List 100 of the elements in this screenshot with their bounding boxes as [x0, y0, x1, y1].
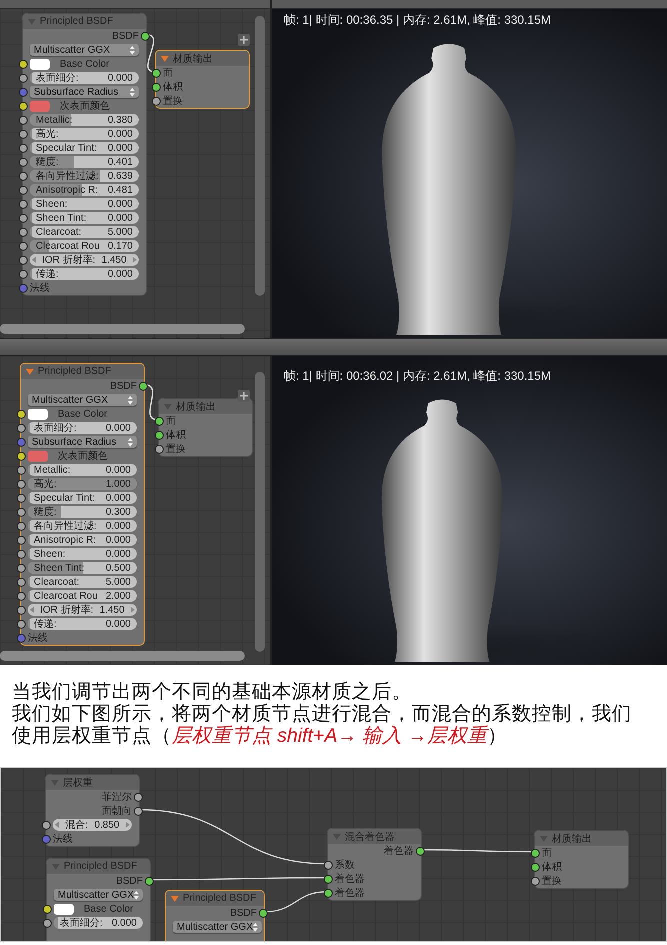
socket[interactable] [17, 620, 26, 629]
node-panel[interactable]: Principled BSDF BSDF Multiscatter GGX Base Color 表面细分: 0.000 [46, 858, 151, 941]
slider[interactable]: 高光: 0.000 [30, 128, 139, 140]
dropdown[interactable]: Subsurface Radius [28, 436, 137, 448]
slider[interactable]: Sheen Tint: 0.500 [28, 562, 137, 574]
socket[interactable] [19, 214, 28, 223]
slider[interactable]: 高光: 1.000 [28, 478, 137, 490]
socket[interactable] [19, 200, 28, 209]
slider[interactable]: Clearcoat: 5.000 [28, 576, 137, 588]
socket[interactable] [145, 877, 154, 886]
add-icon[interactable] [238, 390, 250, 402]
dropdown[interactable]: Multiscatter GGX [30, 44, 139, 56]
socket[interactable] [17, 606, 26, 615]
dropdown[interactable]: Subsurface Radius [30, 86, 139, 98]
slider[interactable]: Sheen: 0.000 [30, 198, 139, 210]
socket[interactable] [155, 417, 164, 426]
scrollbar[interactable] [255, 372, 265, 652]
scrollbar[interactable] [255, 16, 265, 296]
slider[interactable]: Sheen Tint: 0.000 [30, 212, 139, 224]
node-panel[interactable] [22, 13, 147, 296]
socket[interactable] [155, 445, 164, 454]
slider[interactable]: 表面细分: 0.000 [30, 72, 139, 84]
socket[interactable] [531, 863, 540, 872]
dropdown[interactable]: Multiscatter GGX [54, 889, 144, 901]
socket[interactable] [19, 158, 28, 167]
socket[interactable] [152, 69, 161, 78]
socket[interactable] [19, 116, 28, 125]
socket[interactable] [134, 793, 143, 802]
slider[interactable]: Metallic: 0.000 [28, 464, 137, 476]
node-panel[interactable] [20, 363, 145, 646]
socket[interactable] [134, 807, 143, 816]
socket[interactable] [17, 522, 26, 531]
socket[interactable] [141, 32, 150, 41]
socket[interactable] [416, 847, 425, 856]
color-swatch[interactable] [54, 904, 74, 914]
dropdown[interactable]: Multiscatter GGX [173, 921, 262, 933]
socket[interactable] [43, 905, 52, 914]
slider[interactable]: Anisotropic R: 0.481 [30, 184, 139, 196]
socket[interactable] [17, 508, 26, 517]
socket[interactable] [17, 480, 26, 489]
socket[interactable] [152, 83, 161, 92]
socket[interactable] [19, 242, 28, 251]
slider[interactable]: 糙度: 0.300 [28, 506, 137, 518]
socket[interactable] [43, 919, 52, 928]
scrollbar[interactable] [0, 324, 245, 334]
slider[interactable]: 表面细分: 0.000 [28, 422, 137, 434]
slider[interactable]: 糙度: 0.401 [30, 156, 139, 168]
socket[interactable] [324, 889, 333, 898]
socket[interactable] [17, 536, 26, 545]
slider[interactable]: Clearcoat Rou 2.000 [28, 590, 137, 602]
color-swatch[interactable] [30, 58, 50, 70]
scrollbar[interactable] [0, 651, 245, 661]
socket[interactable] [152, 97, 161, 106]
socket[interactable] [42, 821, 51, 830]
slider[interactable]: Specular Tint: 0.000 [30, 142, 139, 154]
node-panel[interactable]: 层权重 菲涅尔 面朝向 混合: 0.850 法线 [45, 774, 140, 847]
add-icon[interactable] [238, 34, 250, 46]
socket[interactable] [531, 849, 540, 858]
socket[interactable] [324, 875, 333, 884]
color-swatch[interactable] [28, 408, 48, 420]
socket[interactable] [19, 102, 28, 111]
socket[interactable] [19, 144, 28, 153]
socket[interactable] [17, 410, 26, 419]
slider[interactable]: Specular Tint: 0.000 [28, 492, 137, 504]
slider[interactable]: Clearcoat Rou 0.170 [30, 240, 139, 252]
socket-label: 体积 [166, 429, 186, 442]
socket[interactable] [17, 564, 26, 573]
slider[interactable]: Clearcoat: 5.000 [30, 226, 139, 238]
socket[interactable] [17, 424, 26, 433]
socket[interactable] [531, 877, 540, 886]
socket[interactable] [17, 592, 26, 601]
slider[interactable]: 传递: 0.000 [30, 268, 139, 280]
socket[interactable] [19, 130, 28, 139]
socket[interactable] [19, 74, 28, 83]
socket[interactable] [19, 172, 28, 181]
dropdown[interactable]: Multiscatter GGX [28, 394, 137, 406]
socket[interactable] [19, 186, 28, 195]
color-swatch[interactable] [28, 450, 48, 462]
slider[interactable]: Sheen: 0.000 [28, 548, 137, 560]
slider[interactable]: Metallic: 0.380 [30, 114, 139, 126]
slider[interactable]: 传递: 0.000 [28, 618, 137, 630]
slider[interactable]: 各向异性过滤: 0.000 [28, 520, 137, 532]
socket[interactable] [259, 909, 268, 918]
socket[interactable] [324, 861, 333, 870]
slider[interactable]: 各向异性过滤: 0.639 [30, 170, 139, 182]
node-panel[interactable]: Principled BSDF BSDF Multiscatter GGX [165, 890, 265, 941]
socket[interactable] [19, 60, 28, 69]
color-swatch[interactable] [30, 100, 50, 112]
slider[interactable]: Anisotropic R: 0.000 [28, 534, 137, 546]
socket[interactable] [139, 382, 148, 391]
socket[interactable] [17, 466, 26, 475]
socket[interactable] [17, 452, 26, 461]
socket[interactable] [17, 494, 26, 503]
socket[interactable] [19, 270, 28, 279]
socket[interactable] [17, 550, 26, 559]
socket[interactable] [17, 578, 26, 587]
socket[interactable] [19, 256, 28, 265]
socket[interactable] [155, 431, 164, 440]
socket[interactable] [19, 228, 28, 237]
slider[interactable]: 表面细分: 0.000 [54, 917, 143, 929]
